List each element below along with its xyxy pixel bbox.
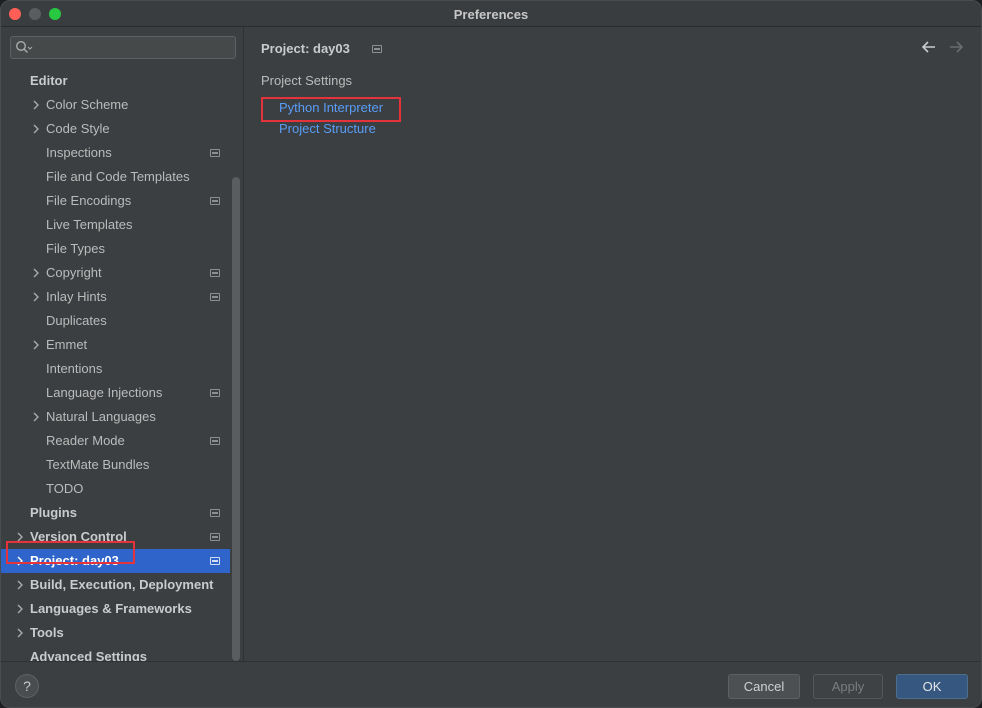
sidebar-item-label: Emmet	[46, 337, 88, 352]
sidebar-item-label: File Types	[46, 241, 106, 256]
highlight-box-python-interpreter	[261, 97, 401, 122]
sidebar-item-label: Live Templates	[46, 217, 133, 232]
sidebar-item-natural-languages[interactable]: Natural Languages	[1, 405, 230, 429]
sidebar-item-editor[interactable]: Editor	[1, 69, 230, 93]
sidebar-item-duplicates[interactable]: Duplicates	[1, 309, 230, 333]
sidebar-item-label: TODO	[46, 481, 84, 496]
sidebar-item-live-templates[interactable]: Live Templates	[1, 213, 230, 237]
sidebar-item-inspections[interactable]: Inspections	[1, 141, 230, 165]
chevron-right-icon[interactable]	[30, 285, 42, 309]
project-level-icon	[210, 293, 220, 301]
sidebar-item-todo[interactable]: TODO	[1, 477, 230, 501]
sidebar-item-label: Build, Execution, Deployment	[30, 577, 214, 592]
project-level-icon	[210, 389, 220, 397]
sidebar-item-copyright[interactable]: Copyright	[1, 261, 230, 285]
sidebar-item-file-types[interactable]: File Types	[1, 237, 230, 261]
project-level-icon	[210, 509, 220, 517]
project-level-icon	[210, 197, 220, 205]
search-icon	[15, 40, 33, 53]
apply-button[interactable]: Apply	[813, 674, 883, 699]
project-level-icon	[210, 269, 220, 277]
ok-button[interactable]: OK	[896, 674, 968, 699]
forward-arrow-icon[interactable]	[948, 39, 964, 55]
dialog-footer: ? Cancel Apply OK	[1, 661, 981, 707]
project-level-icon	[372, 45, 382, 53]
project-level-icon	[210, 437, 220, 445]
sidebar-item-label: Inlay Hints	[46, 289, 107, 304]
window-title: Preferences	[453, 7, 529, 22]
sidebar-item-plugins[interactable]: Plugins	[1, 501, 230, 525]
breadcrumb: Project: day03	[261, 41, 350, 56]
project-level-icon	[210, 149, 220, 157]
sidebar-item-label: TextMate Bundles	[46, 457, 150, 472]
sidebar-item-label: File Encodings	[46, 193, 132, 208]
settings-sidebar: Editor Color Scheme Code Style Inspections F…	[1, 27, 244, 664]
chevron-right-icon[interactable]	[30, 93, 42, 117]
chevron-right-icon[interactable]	[14, 621, 26, 645]
sidebar-item-label: Reader Mode	[46, 433, 125, 448]
back-arrow-icon[interactable]	[921, 39, 937, 55]
preferences-window: Preferences Editor Color Scheme Code Style…	[0, 0, 982, 708]
sidebar-item-label: Intentions	[46, 361, 103, 376]
section-title: Project Settings	[261, 73, 353, 88]
sidebar-item-label: Plugins	[30, 505, 77, 520]
sidebar-scrollbar[interactable]	[232, 177, 240, 661]
sidebar-item-color-scheme[interactable]: Color Scheme	[1, 93, 230, 117]
sidebar-item-language-injections[interactable]: Language Injections	[1, 381, 230, 405]
cancel-button[interactable]: Cancel	[728, 674, 800, 699]
sidebar-item-label: Languages & Frameworks	[30, 601, 192, 616]
sidebar-item-file-and-code-templates[interactable]: File and Code Templates	[1, 165, 230, 189]
sidebar-item-label: Tools	[30, 625, 64, 640]
sidebar-item-label: Copyright	[46, 265, 102, 280]
project-structure-link[interactable]: Project Structure	[279, 121, 376, 136]
sidebar-item-label: Inspections	[46, 145, 112, 160]
sidebar-item-code-style[interactable]: Code Style	[1, 117, 230, 141]
sidebar-item-intentions[interactable]: Intentions	[1, 357, 230, 381]
settings-content: Project: day03 Project Settings Python I…	[245, 27, 981, 661]
title-bar: Preferences	[1, 1, 981, 27]
chevron-right-icon[interactable]	[14, 597, 26, 621]
settings-tree: Editor Color Scheme Code Style Inspections F…	[1, 69, 230, 669]
sidebar-item-emmet[interactable]: Emmet	[1, 333, 230, 357]
sidebar-item-label: Natural Languages	[46, 409, 156, 424]
sidebar-item-build-execution-deployment[interactable]: Build, Execution, Deployment	[1, 573, 230, 597]
project-level-icon	[210, 533, 220, 541]
sidebar-item-reader-mode[interactable]: Reader Mode	[1, 429, 230, 453]
chevron-right-icon[interactable]	[14, 573, 26, 597]
sidebar-item-tools[interactable]: Tools	[1, 621, 230, 645]
chevron-right-icon[interactable]	[30, 405, 42, 429]
search-input[interactable]	[10, 36, 236, 59]
chevron-right-icon[interactable]	[30, 261, 42, 285]
help-button[interactable]: ?	[15, 674, 39, 698]
sidebar-item-label: Code Style	[46, 121, 110, 136]
project-level-icon	[210, 557, 220, 565]
sidebar-item-languages-frameworks[interactable]: Languages & Frameworks	[1, 597, 230, 621]
sidebar-item-file-encodings[interactable]: File Encodings	[1, 189, 230, 213]
sidebar-item-label: File and Code Templates	[46, 169, 190, 184]
chevron-right-icon[interactable]	[30, 117, 42, 141]
sidebar-item-label: Color Scheme	[46, 97, 129, 112]
sidebar-item-label: Duplicates	[46, 313, 107, 328]
sidebar-item-inlay-hints[interactable]: Inlay Hints	[1, 285, 230, 309]
sidebar-item-label: Language Injections	[46, 385, 163, 400]
sidebar-item-textmate-bundles[interactable]: TextMate Bundles	[1, 453, 230, 477]
highlight-box-project	[6, 541, 135, 564]
sidebar-item-label: Editor	[30, 73, 68, 88]
chevron-right-icon[interactable]	[30, 333, 42, 357]
